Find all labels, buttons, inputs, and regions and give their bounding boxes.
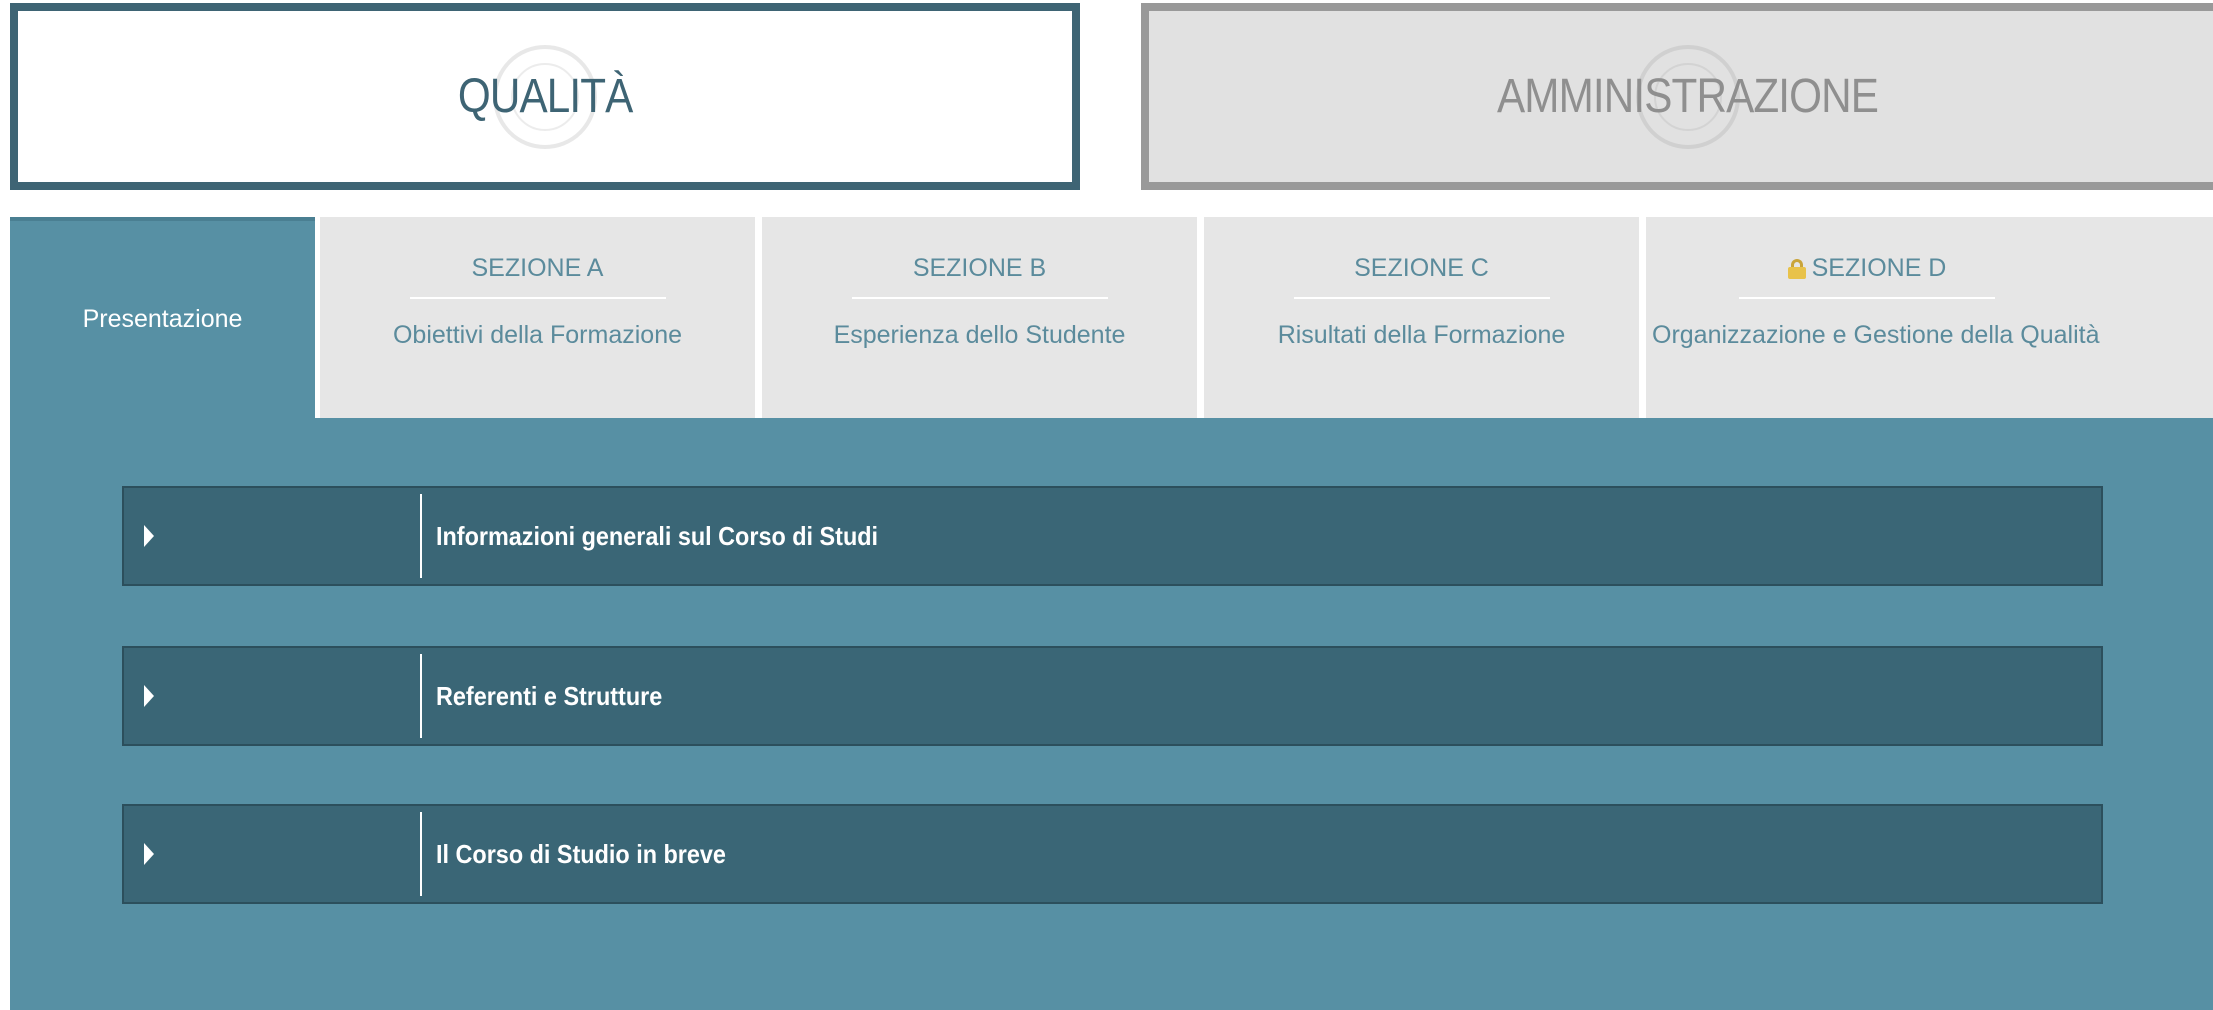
tab-heading: SEZIONE A — [471, 254, 604, 282]
accordion-referenti-strutture[interactable]: Referenti e Strutture — [122, 646, 2103, 746]
tab-presentazione[interactable]: Presentazione — [10, 217, 315, 418]
accordion-title: Informazioni generali sul Corso di Studi — [436, 520, 879, 551]
caret-right-icon — [144, 843, 154, 865]
tab-heading: SEZIONE D — [1811, 254, 1947, 282]
tab-subtitle: Organizzazione e Gestione della Qualità — [1652, 321, 2100, 349]
section-tabs: Presentazione SEZIONE A Obiettivi della … — [10, 217, 2213, 418]
presentation-panel: Informazioni generali sul Corso di Studi… — [10, 418, 2213, 1010]
tab-heading: SEZIONE B — [912, 254, 1047, 282]
qualita-button[interactable]: QUALITÀ — [10, 3, 1080, 190]
tab-divider — [1739, 297, 1995, 299]
tab-divider — [851, 297, 1108, 299]
tab-divider — [1293, 297, 1550, 299]
accordion-title: Il Corso di Studio in breve — [436, 838, 726, 869]
tab-sezione-d[interactable]: SEZIONE D Organizzazione e Gestione dell… — [1646, 217, 2213, 418]
lock-icon — [1787, 258, 1806, 279]
amministrazione-label: AMMINISTRAZIONE — [1496, 70, 1879, 123]
qualita-label: QUALITÀ — [457, 70, 633, 123]
accordion-corso-in-breve[interactable]: Il Corso di Studio in breve — [122, 804, 2103, 904]
caret-right-icon — [144, 685, 154, 707]
amministrazione-button[interactable]: AMMINISTRAZIONE — [1141, 3, 2213, 190]
accordion-informazioni-generali[interactable]: Informazioni generali sul Corso di Studi — [122, 486, 2103, 586]
tab-subtitle: Obiettivi della Formazione — [392, 321, 682, 349]
tab-divider — [409, 297, 666, 299]
tab-subtitle: Esperienza dello Studente — [833, 321, 1126, 349]
accordion-title: Referenti e Strutture — [436, 680, 663, 711]
tab-label: Presentazione — [82, 305, 243, 333]
tab-sezione-b[interactable]: SEZIONE B Esperienza dello Studente — [762, 217, 1197, 418]
tab-heading: SEZIONE C — [1354, 254, 1489, 282]
tab-subtitle: Risultati della Formazione — [1277, 321, 1566, 349]
tab-sezione-c[interactable]: SEZIONE C Risultati della Formazione — [1204, 217, 1639, 418]
tab-sezione-a[interactable]: SEZIONE A Obiettivi della Formazione — [320, 217, 755, 418]
caret-right-icon — [144, 525, 154, 547]
